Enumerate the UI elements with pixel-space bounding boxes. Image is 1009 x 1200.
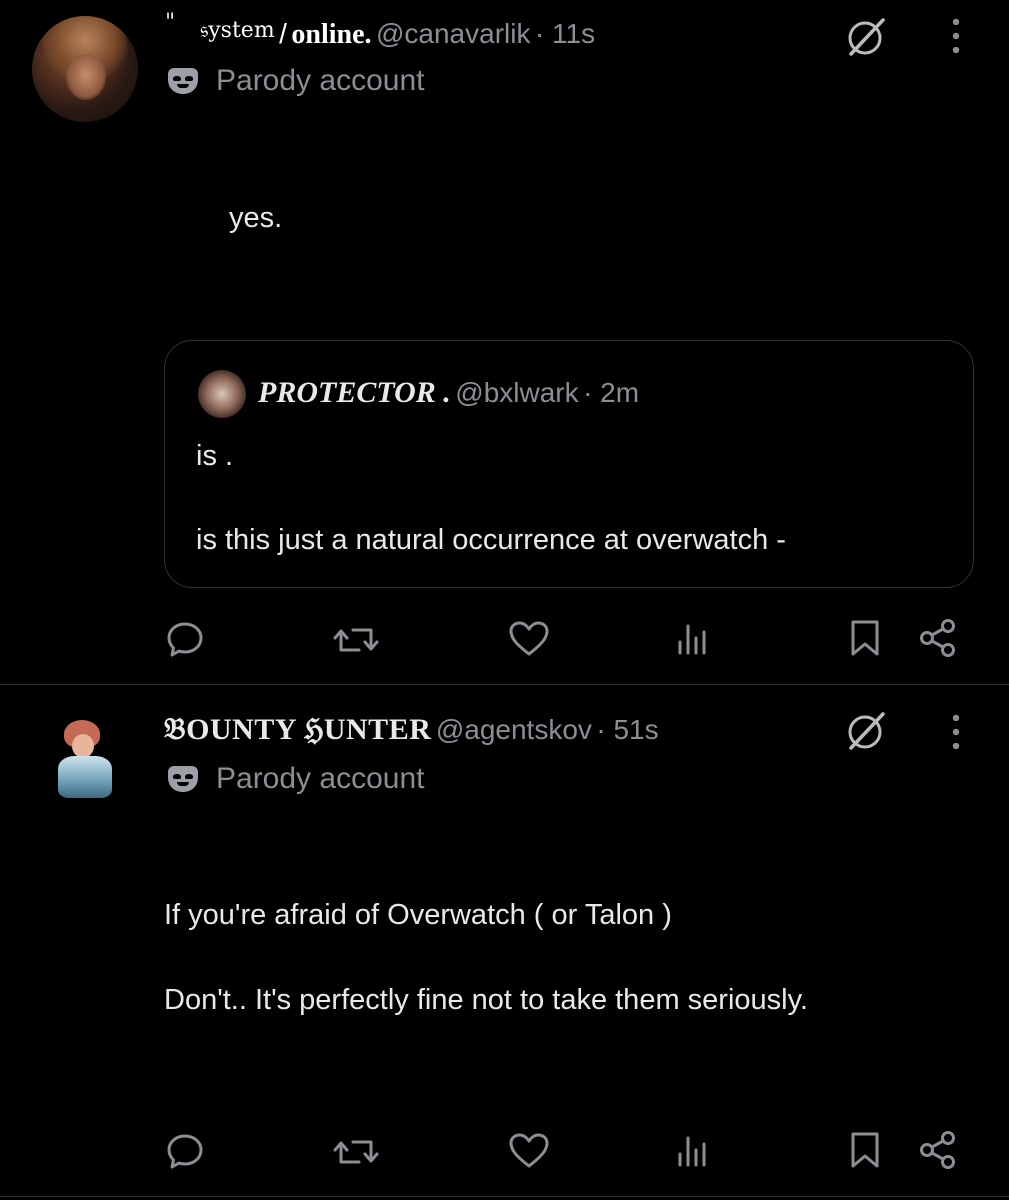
avatar[interactable] xyxy=(32,16,138,122)
repost-icon[interactable] xyxy=(333,1132,379,1172)
quoted-text-line2: is this just a natural occurrence at ove… xyxy=(196,524,786,556)
display-name[interactable]: online. xyxy=(291,19,371,50)
avatar-face xyxy=(66,54,106,100)
repost-icon[interactable] xyxy=(333,620,379,660)
views-icon[interactable] xyxy=(676,620,710,656)
handle[interactable]: @agentskov xyxy=(436,714,592,745)
parody-label: Parody account xyxy=(216,762,425,795)
quoted-display-name: PROTECTOR . xyxy=(258,376,451,409)
share-icon[interactable] xyxy=(918,1130,958,1170)
timestamp[interactable]: · 11s xyxy=(535,18,595,49)
parody-mask-icon xyxy=(168,68,198,94)
bookmark-icon[interactable] xyxy=(848,1130,882,1170)
timestamp[interactable]: · 51s xyxy=(596,714,658,745)
post-divider xyxy=(0,684,1009,685)
display-name-prefix[interactable]: 𝔰ystem xyxy=(200,18,275,43)
post-header: 𝔰ystem / online. @canavarlik · 11s xyxy=(200,20,595,49)
post-text: yes. xyxy=(229,202,283,234)
avatar-body xyxy=(58,756,112,798)
like-icon[interactable] xyxy=(508,1132,550,1170)
bookmark-icon[interactable] xyxy=(848,618,882,658)
post-divider xyxy=(0,1196,1009,1197)
avatar[interactable] xyxy=(50,712,120,804)
views-icon[interactable] xyxy=(676,1132,710,1168)
post-text-line1: If you're afraid of Overwatch ( or Talon… xyxy=(164,899,672,931)
quoted-avatar xyxy=(198,370,246,418)
display-name-slash[interactable]: / xyxy=(279,18,287,49)
share-icon[interactable] xyxy=(918,618,958,658)
more-icon[interactable] xyxy=(948,712,964,752)
post-text-line2: Don't.. It's perfectly fine not to take … xyxy=(164,984,808,1016)
reply-icon[interactable] xyxy=(164,1130,206,1172)
quoted-timestamp: · 2m xyxy=(583,377,640,408)
quote-mark: " xyxy=(165,10,176,35)
grok-icon[interactable] xyxy=(843,708,889,754)
parody-mask-icon xyxy=(168,766,198,792)
avatar-face xyxy=(72,734,94,758)
quoted-handle: @bxlwark xyxy=(455,377,579,408)
reply-icon[interactable] xyxy=(164,618,206,660)
like-icon[interactable] xyxy=(508,620,550,658)
quoted-text-line1: is . xyxy=(196,440,234,472)
handle[interactable]: @canavarlik xyxy=(376,18,530,49)
quoted-header: PROTECTOR . @bxlwark · 2m xyxy=(258,378,639,408)
more-icon[interactable] xyxy=(948,16,964,56)
grok-icon[interactable] xyxy=(843,14,889,60)
parody-label: Parody account xyxy=(216,64,425,97)
post-header: 𝔅OUNTY ℌUNTER @agentskov · 51s xyxy=(164,715,659,745)
display-name[interactable]: 𝔅OUNTY ℌUNTER xyxy=(164,713,431,746)
